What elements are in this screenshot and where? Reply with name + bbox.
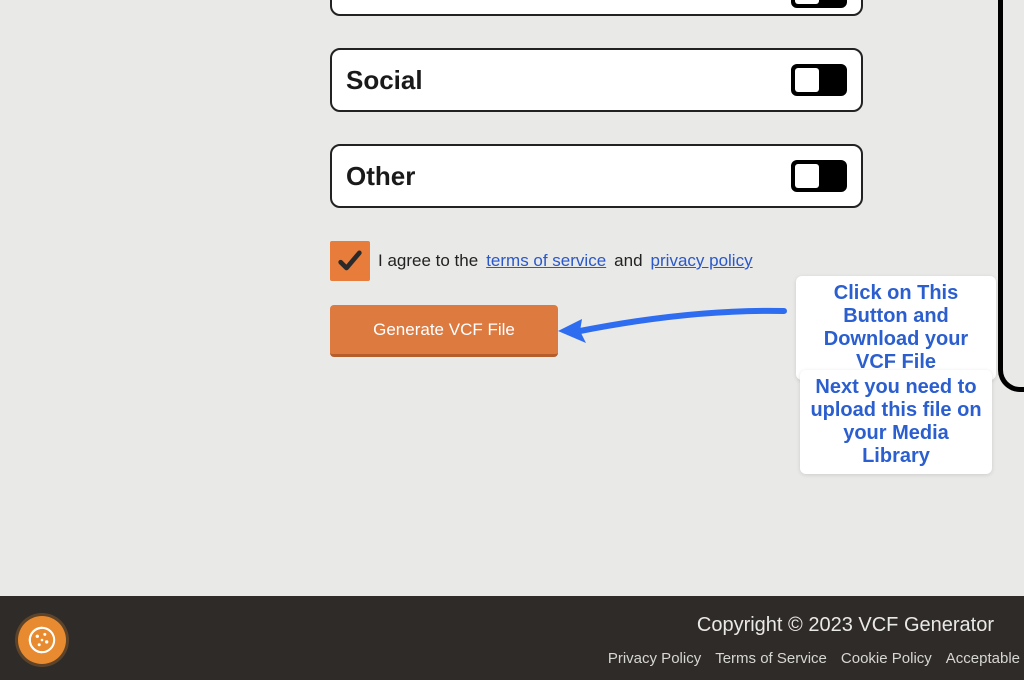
accordion-label-social: Social	[346, 65, 423, 96]
footer-link-cookie[interactable]: Cookie Policy	[841, 650, 932, 667]
device-frame-edge	[998, 0, 1024, 392]
accordion-card-social[interactable]: Social	[330, 48, 863, 112]
footer-link-acceptable[interactable]: Acceptable	[946, 650, 1020, 667]
toggle-switch[interactable]	[791, 0, 847, 8]
agree-and: and	[614, 251, 642, 271]
callout-upload: Next you need to upload this file on you…	[800, 370, 992, 474]
annotation-arrow	[552, 297, 790, 353]
copyright-text: Copyright © 2023 VCF Generator	[697, 614, 994, 637]
cookie-settings-button[interactable]	[18, 616, 66, 664]
agree-prefix: I agree to the	[378, 251, 478, 271]
agree-row: I agree to the terms of service and priv…	[330, 241, 753, 281]
footer-links: Privacy Policy Terms of Service Cookie P…	[608, 650, 1024, 667]
callout-download: Click on This Button and Download your V…	[796, 276, 996, 380]
toggle-social[interactable]	[791, 64, 847, 96]
footer-link-privacy[interactable]: Privacy Policy	[608, 650, 701, 667]
footer-link-terms[interactable]: Terms of Service	[715, 650, 827, 667]
accordion-card-other[interactable]: Other	[330, 144, 863, 208]
agree-checkbox[interactable]	[330, 241, 370, 281]
cookie-icon	[27, 625, 57, 655]
toggle-other[interactable]	[791, 160, 847, 192]
accordion-label-other: Other	[346, 161, 415, 192]
generate-vcf-button[interactable]: Generate VCF File	[330, 305, 558, 357]
privacy-policy-link[interactable]: privacy policy	[651, 251, 753, 271]
checkmark-icon	[336, 247, 364, 275]
accordion-card-top[interactable]	[330, 0, 863, 16]
terms-of-service-link[interactable]: terms of service	[486, 251, 606, 271]
footer: Copyright © 2023 VCF Generator Privacy P…	[0, 596, 1024, 680]
